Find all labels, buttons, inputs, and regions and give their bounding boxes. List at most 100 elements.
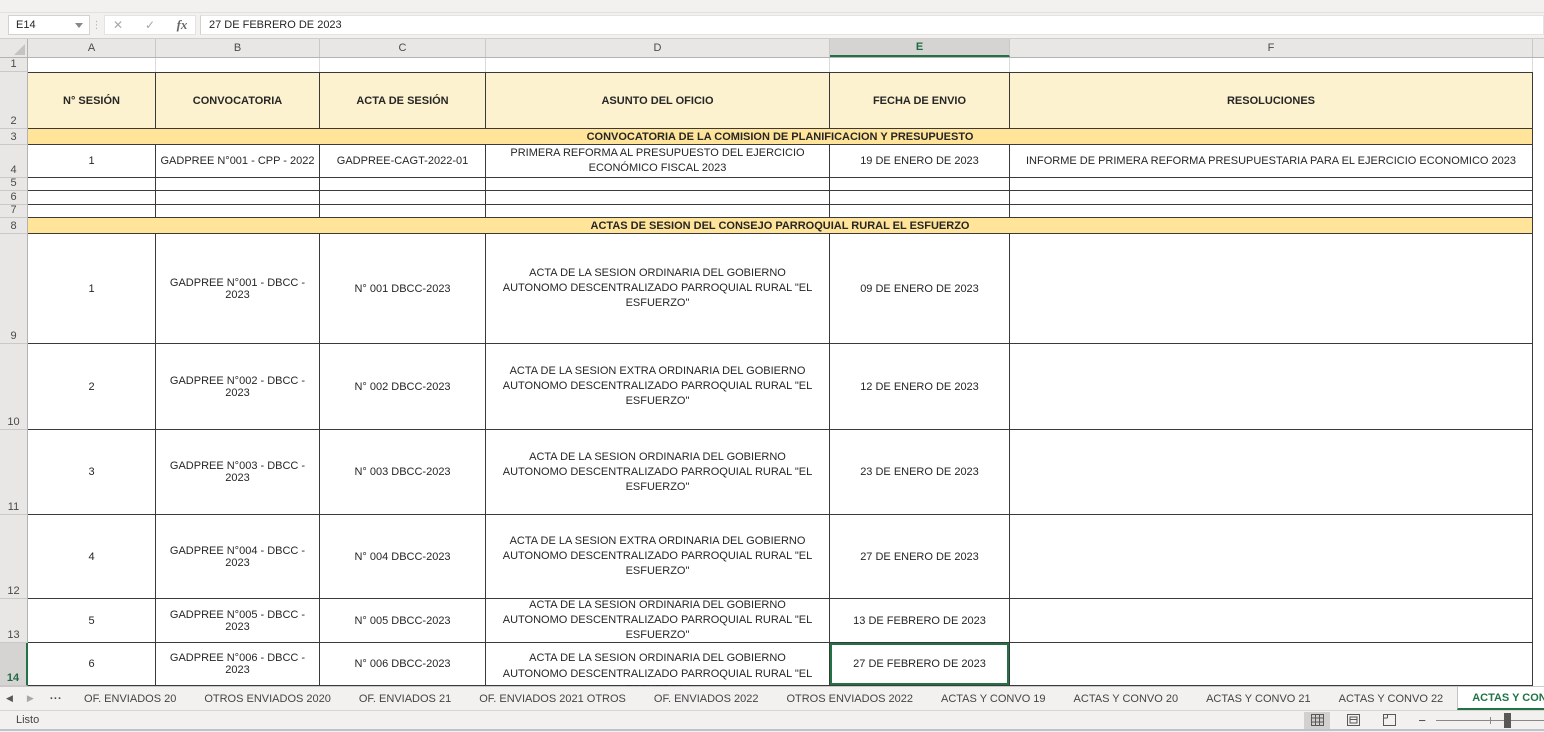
header-cell-convocatoria[interactable]: CONVOCATORIA [156, 72, 320, 129]
row-header-6[interactable]: 6 [0, 191, 28, 205]
column-header-c[interactable]: C [320, 39, 486, 57]
cell-d6[interactable] [486, 191, 830, 205]
cell-c10[interactable]: N° 002 DBCC-2023 [320, 344, 486, 430]
header-cell-fecha[interactable]: FECHA DE ENVIO [830, 72, 1010, 129]
cell-c4[interactable]: GADPREE-CAGT-2022-01 [320, 145, 486, 178]
row-header-1[interactable]: 1 [0, 58, 28, 72]
cell-a10[interactable]: 2 [28, 344, 156, 430]
cell-e12[interactable]: 27 DE ENERO DE 2023 [830, 515, 1010, 599]
prev-sheet-icon[interactable]: ◀ [6, 693, 13, 704]
cell-a7[interactable] [28, 205, 156, 218]
cell-a6[interactable] [28, 191, 156, 205]
cell-a13[interactable]: 5 [28, 599, 156, 643]
cell-c13[interactable]: N° 005 DBCC-2023 [320, 599, 486, 643]
cell-f12[interactable] [1010, 515, 1533, 599]
sheet-tab-of-enviados-20[interactable]: OF. ENVIADOS 20 [70, 687, 190, 710]
cell-f6[interactable] [1010, 191, 1533, 205]
cell-f1[interactable] [1010, 58, 1533, 72]
column-header-b[interactable]: B [156, 39, 320, 57]
row-header-12[interactable]: 12 [0, 515, 28, 599]
cell-b9[interactable]: GADPREE N°001 - DBCC - 2023 [156, 234, 320, 344]
cell-a1[interactable] [28, 58, 156, 72]
cell-c11[interactable]: N° 003 DBCC-2023 [320, 430, 486, 515]
cell-c12[interactable]: N° 004 DBCC-2023 [320, 515, 486, 599]
cell-c5[interactable] [320, 178, 486, 191]
cell-b14[interactable]: GADPREE N°006 - DBCC - 2023 [156, 643, 320, 686]
header-cell-sesion[interactable]: N° SESIÓN [28, 72, 156, 129]
cell-b5[interactable] [156, 178, 320, 191]
cell-d5[interactable] [486, 178, 830, 191]
column-header-e-selected[interactable]: E [830, 39, 1010, 57]
cell-a12[interactable]: 4 [28, 515, 156, 599]
row-header-7[interactable]: 7 [0, 205, 28, 218]
cell-f13[interactable] [1010, 599, 1533, 643]
cell-e5[interactable] [830, 178, 1010, 191]
insert-function-icon[interactable]: fx [173, 17, 191, 33]
row-header-14-selected[interactable]: 14 [0, 643, 28, 686]
cell-e9[interactable]: 09 DE ENERO DE 2023 [830, 234, 1010, 344]
cell-b6[interactable] [156, 191, 320, 205]
cell-f9[interactable] [1010, 234, 1533, 344]
row-header-13[interactable]: 13 [0, 599, 28, 643]
column-header-f[interactable]: F [1010, 39, 1533, 57]
select-all-corner[interactable] [0, 39, 28, 57]
sheet-tab-otros-enviados-2020[interactable]: OTROS ENVIADOS 2020 [190, 687, 345, 710]
sheet-tab-otros-enviados-2022[interactable]: OTROS ENVIADOS 2022 [772, 687, 927, 710]
cell-e11[interactable]: 23 DE ENERO DE 2023 [830, 430, 1010, 515]
cell-c6[interactable] [320, 191, 486, 205]
cell-e4[interactable]: 19 DE ENERO DE 2023 [830, 145, 1010, 178]
cell-c1[interactable] [320, 58, 486, 72]
cell-b12[interactable]: GADPREE N°004 - DBCC - 2023 [156, 515, 320, 599]
cell-d13[interactable]: ACTA DE LA SESION ORDINARIA DEL GOBIERNO… [486, 599, 830, 643]
cell-f10[interactable] [1010, 344, 1533, 430]
cell-a5[interactable] [28, 178, 156, 191]
column-header-a[interactable]: A [28, 39, 156, 57]
cell-d12[interactable]: ACTA DE LA SESION EXTRA ORDINARIA DEL GO… [486, 515, 830, 599]
header-cell-acta[interactable]: ACTA DE SESIÓN [320, 72, 486, 129]
cell-f7[interactable] [1010, 205, 1533, 218]
cell-e1[interactable] [830, 58, 1010, 72]
row-header-2[interactable]: 2 [0, 72, 28, 129]
row-header-4[interactable]: 4 [0, 145, 28, 178]
sheet-tab-actas-y-convo-21[interactable]: ACTAS Y CONVO 21 [1192, 687, 1325, 710]
cell-b11[interactable]: GADPREE N°003 - DBCC - 2023 [156, 430, 320, 515]
cell-a4[interactable]: 1 [28, 145, 156, 178]
cell-c14[interactable]: N° 006 DBCC-2023 [320, 643, 486, 686]
sheet-tab-actas-y-convo-23-active[interactable]: ACTAS Y CONVO 23 [1457, 687, 1544, 710]
cell-d7[interactable] [486, 205, 830, 218]
cell-d10[interactable]: ACTA DE LA SESION EXTRA ORDINARIA DEL GO… [486, 344, 830, 430]
cell-d4[interactable]: PRIMERA REFORMA AL PRESUPUESTO DEL EJERC… [486, 145, 830, 178]
row-header-9[interactable]: 9 [0, 234, 28, 344]
sheet-tab-of-enviados-2022[interactable]: OF. ENVIADOS 2022 [640, 687, 773, 710]
cell-a9[interactable]: 1 [28, 234, 156, 344]
page-break-view-button[interactable] [1376, 712, 1402, 729]
name-box[interactable]: E14 [8, 15, 90, 35]
zoom-out-icon[interactable]: − [1412, 713, 1426, 728]
cancel-icon[interactable]: ✕ [109, 18, 127, 32]
next-sheet-icon[interactable]: ▶ [27, 693, 34, 704]
cell-e6[interactable] [830, 191, 1010, 205]
cell-d9[interactable]: ACTA DE LA SESION ORDINARIA DEL GOBIERNO… [486, 234, 830, 344]
actas-section-banner[interactable]: ACTAS DE SESION DEL CONSEJO PARROQUIAL R… [28, 218, 1533, 234]
page-layout-view-button[interactable] [1340, 712, 1366, 729]
cell-c7[interactable] [320, 205, 486, 218]
cell-e13[interactable]: 13 DE FEBRERO DE 2023 [830, 599, 1010, 643]
normal-view-button[interactable] [1304, 712, 1330, 729]
cell-f11[interactable] [1010, 430, 1533, 515]
zoom-slider[interactable] [1436, 712, 1544, 729]
row-header-11[interactable]: 11 [0, 430, 28, 515]
cell-d14[interactable]: ACTA DE LA SESION ORDINARIA DEL GOBIERNO… [486, 643, 830, 686]
row-header-3[interactable]: 3 [0, 129, 28, 145]
convocatoria-section-banner[interactable]: CONVOCATORIA DE LA COMISION DE PLANIFICA… [28, 129, 1533, 145]
more-sheets-button[interactable]: ... [48, 690, 64, 708]
cell-b10[interactable]: GADPREE N°002 - DBCC - 2023 [156, 344, 320, 430]
header-cell-asunto[interactable]: ASUNTO DEL OFICIO [486, 72, 830, 129]
cell-b1[interactable] [156, 58, 320, 72]
row-header-8[interactable]: 8 [0, 218, 28, 234]
row-header-10[interactable]: 10 [0, 344, 28, 430]
cell-f4[interactable]: INFORME DE PRIMERA REFORMA PRESUPUESTARI… [1010, 145, 1533, 178]
cell-e10[interactable]: 12 DE ENERO DE 2023 [830, 344, 1010, 430]
cell-b4[interactable]: GADPREE N°001 - CPP - 2022 [156, 145, 320, 178]
cell-a14[interactable]: 6 [28, 643, 156, 686]
formula-input[interactable]: 27 DE FEBRERO DE 2023 [200, 15, 1544, 35]
